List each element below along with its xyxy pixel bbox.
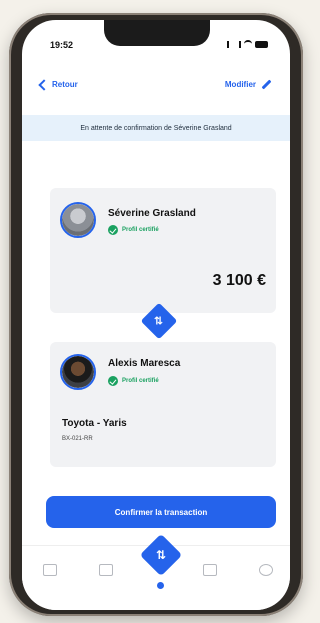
seller-name: Séverine Grasland xyxy=(108,208,196,219)
buyer-name: Alexis Maresca xyxy=(108,358,181,369)
vehicle-name: Toyota - Yaris xyxy=(62,418,127,429)
pending-banner: En attente de confirmation de Séverine G… xyxy=(22,115,290,141)
vehicle-plate: BX-021-RR xyxy=(62,436,93,442)
buyer-verified-label: Profil certifié xyxy=(122,378,159,384)
edit-label: Modifier xyxy=(224,80,256,89)
back-label: Retour xyxy=(52,80,78,89)
status-time: 19:52 xyxy=(50,40,74,50)
active-tab-indicator xyxy=(157,582,164,589)
confirm-transaction-button[interactable]: Confirmer la transaction xyxy=(46,496,276,528)
top-nav: Retour Modifier xyxy=(38,78,272,100)
buyer-card: Alexis Maresca Profil certifié Toyota - … xyxy=(50,342,276,467)
tab-vehicles[interactable] xyxy=(84,564,128,576)
car-icon xyxy=(99,564,113,576)
check-circle-icon xyxy=(108,376,118,386)
tab-bar: ⇅ xyxy=(22,533,290,610)
app-screen: 19:52 Retour Modifier En attente de conf… xyxy=(22,20,290,610)
tab-documents[interactable] xyxy=(188,564,232,576)
transaction-amount: 3 100 € xyxy=(212,272,266,289)
signal-icon xyxy=(227,40,241,48)
tab-home[interactable] xyxy=(28,564,72,576)
help-icon xyxy=(259,564,273,576)
wifi-icon xyxy=(244,40,252,48)
edit-button[interactable]: Modifier xyxy=(224,79,272,90)
pencil-icon xyxy=(261,79,272,90)
chevron-left-icon xyxy=(38,78,50,91)
battery-icon xyxy=(255,40,268,48)
status-icons xyxy=(227,40,268,48)
tab-transaction[interactable]: ⇅ xyxy=(139,533,183,577)
document-icon xyxy=(203,564,217,576)
tab-help[interactable] xyxy=(244,564,288,576)
home-icon xyxy=(43,564,57,576)
notch xyxy=(104,20,210,46)
back-button[interactable]: Retour xyxy=(38,78,78,91)
check-circle-icon xyxy=(108,225,118,235)
seller-verified-badge: Profil certifié xyxy=(108,225,159,235)
buyer-avatar xyxy=(60,354,96,390)
seller-card: Séverine Grasland Profil certifié 3 100 … xyxy=(50,188,276,313)
seller-avatar xyxy=(60,202,96,238)
seller-verified-label: Profil certifié xyxy=(122,227,159,233)
buyer-verified-badge: Profil certifié xyxy=(108,376,159,386)
